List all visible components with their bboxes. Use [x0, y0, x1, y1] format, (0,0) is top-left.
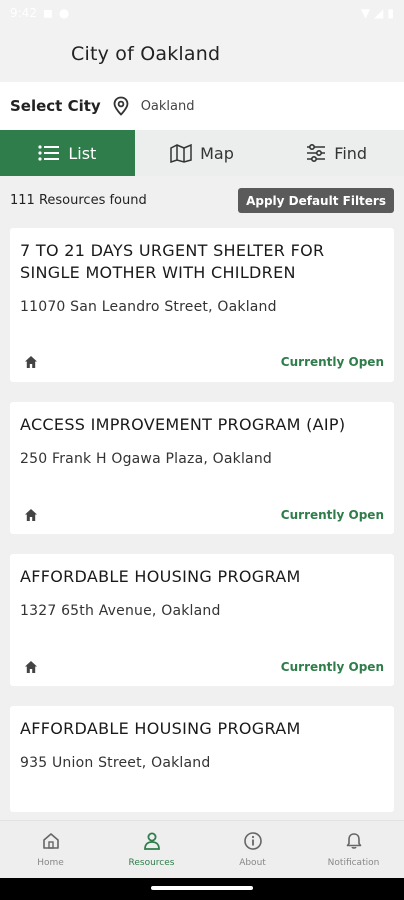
resource-address: 250 Frank H Ogawa Plaza, Oakland [20, 451, 272, 467]
notification-status-icon: ◼ [42, 6, 53, 20]
city-value: Oakland [140, 98, 195, 114]
home-icon [24, 659, 40, 675]
home-icon [24, 354, 40, 370]
resource-title: AFFORDABLE HOUSING PROGRAM [20, 567, 301, 586]
resource-title: ACCESS IMPROVEMENT PROGRAM (AIP) [20, 415, 346, 434]
nav-resources-label: Resources [128, 858, 175, 868]
list-icon [38, 145, 60, 161]
bell-icon [344, 831, 364, 855]
results-bar: 111 Resources found Apply Default Filter… [0, 184, 404, 216]
nav-about[interactable]: About [202, 821, 303, 878]
nav-notification-label: Notification [327, 858, 380, 868]
person-icon [142, 831, 162, 855]
tab-list[interactable]: List [0, 130, 135, 176]
bottom-nav: Home Resources About Notification [0, 820, 404, 878]
status-bar: 9:42 ◼ ● ▼ ◢ ▮ [0, 0, 404, 26]
nav-home[interactable]: Home [0, 821, 101, 878]
nav-resources[interactable]: Resources [101, 821, 202, 878]
filter-sliders-icon [306, 144, 326, 162]
location-pin-icon [111, 95, 131, 117]
resource-address: 11070 San Leandro Street, Oakland [20, 299, 277, 315]
resource-card[interactable]: ACCESS IMPROVEMENT PROGRAM (AIP) 250 Fra… [10, 402, 394, 534]
status-time: 9:42 [10, 6, 37, 20]
open-status: Currently Open [280, 660, 384, 674]
signal-icon: ◢ [374, 6, 384, 20]
open-status: Currently Open [280, 355, 384, 369]
info-icon [243, 831, 263, 855]
battery-icon: ▮ [387, 6, 394, 20]
tab-map[interactable]: Map [135, 130, 270, 176]
sync-status-icon: ● [58, 6, 70, 20]
map-icon [170, 143, 192, 163]
tab-find-label: Find [334, 143, 368, 163]
nav-notification[interactable]: Notification [303, 821, 404, 878]
page-title: City of Oakland [71, 43, 221, 65]
resource-card[interactable]: AFFORDABLE HOUSING PROGRAM 935 Union Str… [10, 706, 394, 812]
wifi-icon: ▼ [360, 6, 371, 20]
results-count: 111 Resources found [10, 192, 147, 208]
resource-title: AFFORDABLE HOUSING PROGRAM [20, 719, 301, 738]
city-selector[interactable]: Select City Oakland [0, 82, 404, 130]
tab-list-label: List [68, 143, 97, 163]
home-outline-icon [41, 831, 61, 855]
app-bar: City of Oakland [0, 26, 404, 82]
nav-home-label: Home [37, 858, 64, 868]
home-icon [24, 507, 40, 523]
apply-default-filters-button[interactable]: Apply Default Filters [238, 188, 394, 213]
resource-address: 935 Union Street, Oakland [20, 755, 211, 771]
city-selector-label: Select City [10, 97, 101, 115]
open-status: Currently Open [280, 508, 384, 522]
tab-map-label: Map [200, 143, 234, 163]
view-tabs: List Map Find [0, 130, 404, 176]
resource-address: 1327 65th Avenue, Oakland [20, 603, 221, 619]
gesture-handle[interactable] [151, 886, 253, 890]
resource-title: 7 TO 21 DAYS URGENT SHELTER FOR SINGLE M… [20, 241, 325, 282]
tab-find[interactable]: Find [269, 130, 404, 176]
nav-about-label: About [239, 858, 266, 868]
resource-card[interactable]: AFFORDABLE HOUSING PROGRAM 1327 65th Ave… [10, 554, 394, 686]
resource-card[interactable]: 7 TO 21 DAYS URGENT SHELTER FOR SINGLE M… [10, 228, 394, 382]
